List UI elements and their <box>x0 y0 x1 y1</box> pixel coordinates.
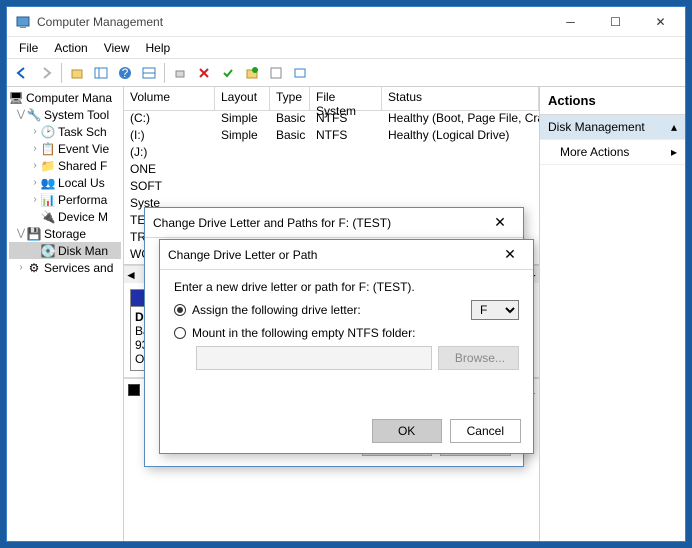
menu-view[interactable]: View <box>96 38 138 58</box>
dialog2-instruction: Enter a new drive letter or path for F: … <box>174 280 519 294</box>
drive-letter-select[interactable]: F <box>471 300 519 320</box>
actions-header: Actions <box>540 87 685 115</box>
col-layout[interactable]: Layout <box>215 87 270 111</box>
actions-more[interactable]: More Actions▸ <box>540 140 685 165</box>
browse-button: Browse... <box>438 346 519 370</box>
main-window: Computer Management ─ ☐ ✕ File Action Vi… <box>6 6 686 542</box>
window-title: Computer Management <box>37 15 548 29</box>
tree-event-viewer[interactable]: ›📋Event Vie <box>9 140 121 157</box>
grid-header[interactable]: Volume Layout Type File System Status <box>124 87 539 111</box>
tree-shared-folders[interactable]: ›📁Shared F <box>9 157 121 174</box>
check-button[interactable] <box>217 62 239 84</box>
dialog2-close-icon[interactable]: ✕ <box>495 246 525 263</box>
maximize-button[interactable]: ☐ <box>593 7 638 36</box>
tree-root[interactable]: 🖥Computer Mana <box>9 89 121 106</box>
menu-file[interactable]: File <box>11 38 46 58</box>
folder-path-input <box>196 346 432 370</box>
toolbar: ? <box>7 59 685 87</box>
tree-system-tools[interactable]: ⋁🔧System Tool <box>9 106 121 123</box>
close-button[interactable]: ✕ <box>638 7 683 36</box>
col-filesystem[interactable]: File System <box>310 87 382 111</box>
tree-local-users[interactable]: ›👥Local Us <box>9 174 121 191</box>
mount-folder-radio[interactable]: Mount in the following empty NTFS folder… <box>174 326 519 340</box>
refresh-button[interactable] <box>169 62 191 84</box>
grid-row[interactable]: (C:)SimpleBasicNTFSHealthy (Boot, Page F… <box>124 111 539 128</box>
actions-pane: Actions Disk Management▴ More Actions▸ <box>539 87 685 541</box>
list-button[interactable] <box>289 62 311 84</box>
tree-disk-management[interactable]: 💽Disk Man <box>9 242 121 259</box>
actions-disk-management[interactable]: Disk Management▴ <box>540 115 685 140</box>
center-pane: Volume Layout Type File System Status (C… <box>124 87 539 541</box>
menu-action[interactable]: Action <box>46 38 95 58</box>
dialog2-titlebar[interactable]: Change Drive Letter or Path ✕ <box>160 240 533 270</box>
radio-on-icon <box>174 304 186 316</box>
dialog2-ok-button[interactable]: OK <box>372 419 442 443</box>
dialog1-close-icon[interactable]: ✕ <box>485 214 515 231</box>
menu-help[interactable]: Help <box>138 38 179 58</box>
forward-button[interactable] <box>35 62 57 84</box>
help-button[interactable]: ? <box>114 62 136 84</box>
col-type[interactable]: Type <box>270 87 310 111</box>
view1-button[interactable] <box>90 62 112 84</box>
delete-button[interactable] <box>193 62 215 84</box>
nav-tree[interactable]: 🖥Computer Mana ⋁🔧System Tool ›🕑Task Sch … <box>7 87 124 541</box>
col-volume[interactable]: Volume <box>124 87 215 111</box>
up-button[interactable] <box>66 62 88 84</box>
grid-row[interactable]: (J:) <box>124 145 539 162</box>
dialog1-titlebar[interactable]: Change Drive Letter and Paths for F: (TE… <box>145 208 523 238</box>
view2-button[interactable] <box>138 62 160 84</box>
app-icon <box>15 14 31 30</box>
dialog2-cancel-button[interactable]: Cancel <box>450 419 521 443</box>
change-letter-dialog[interactable]: Change Drive Letter or Path ✕ Enter a ne… <box>159 239 534 454</box>
tree-services[interactable]: ›⚙Services and <box>9 259 121 276</box>
new-button[interactable] <box>241 62 263 84</box>
tree-device-manager[interactable]: 🔌Device M <box>9 208 121 225</box>
props-button[interactable] <box>265 62 287 84</box>
tree-performance[interactable]: ›📊Performa <box>9 191 121 208</box>
col-status[interactable]: Status <box>382 87 539 111</box>
svg-text:?: ? <box>122 66 129 80</box>
collapse-icon: ▴ <box>671 120 677 134</box>
menubar: File Action View Help <box>7 37 685 59</box>
tree-task-scheduler[interactable]: ›🕑Task Sch <box>9 123 121 140</box>
titlebar[interactable]: Computer Management ─ ☐ ✕ <box>7 7 685 37</box>
expand-icon: ▸ <box>671 145 677 159</box>
grid-row[interactable]: SOFT <box>124 179 539 196</box>
grid-row[interactable]: (I:)SimpleBasicNTFSHealthy (Logical Driv… <box>124 128 539 145</box>
minimize-button[interactable]: ─ <box>548 7 593 36</box>
tree-storage[interactable]: ⋁💾Storage <box>9 225 121 242</box>
back-button[interactable] <box>11 62 33 84</box>
grid-row[interactable]: ONE <box>124 162 539 179</box>
radio-off-icon <box>174 327 186 339</box>
assign-letter-radio[interactable]: Assign the following drive letter: F <box>174 300 519 320</box>
